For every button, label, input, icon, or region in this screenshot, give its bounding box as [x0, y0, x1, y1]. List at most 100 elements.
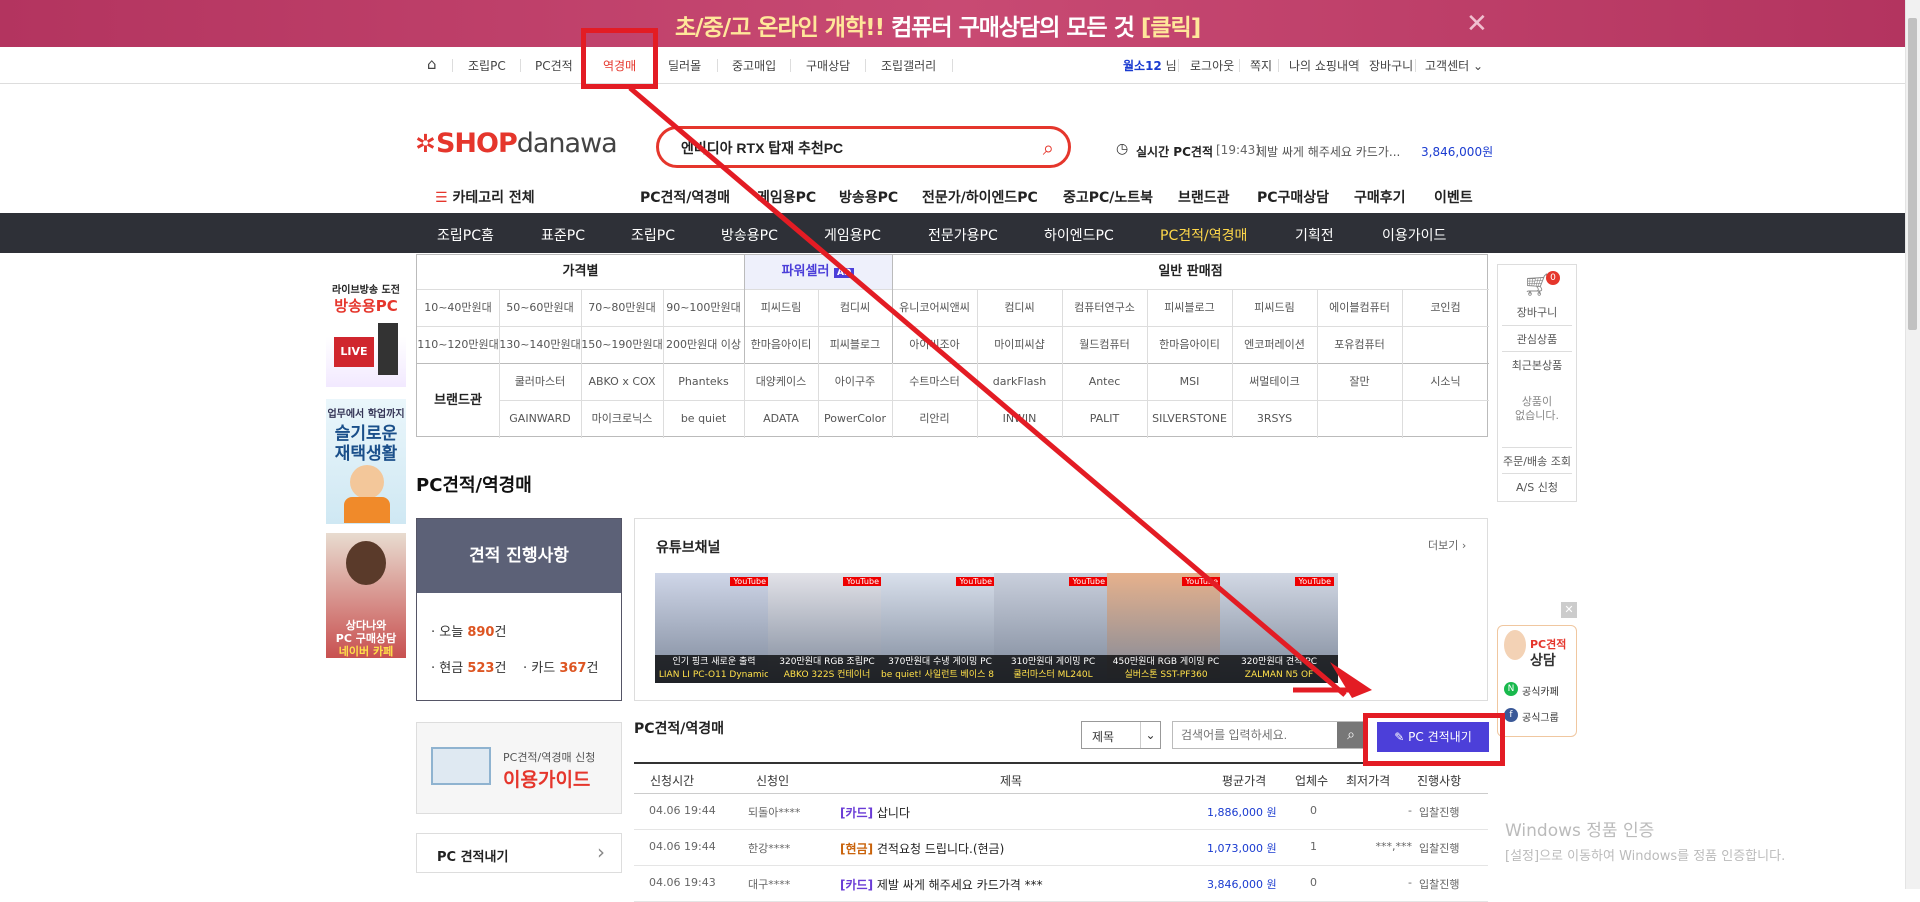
- general-store-item[interactable]: 포유컴퓨터: [1317, 326, 1402, 363]
- dnav-guide[interactable]: 이용가이드: [1382, 225, 1446, 245]
- topnav-item-build-pc[interactable]: 조립PC: [468, 57, 506, 74]
- price-range-item[interactable]: 10~40만원대: [417, 289, 499, 326]
- brand-item[interactable]: darkFlash: [977, 363, 1062, 400]
- row-title[interactable]: [현금] 견적요청 드립니다.(현금): [840, 840, 1004, 857]
- wishlist-link[interactable]: 관심상품: [1498, 331, 1576, 347]
- general-store-item[interactable]: 코인컴: [1402, 289, 1489, 326]
- keyword-search[interactable]: ⌕: [1172, 721, 1366, 749]
- power-seller-item[interactable]: 피씨블로그: [818, 326, 892, 363]
- topnav-item-consult[interactable]: 구매상담: [806, 57, 850, 74]
- brand-item[interactable]: SILVERSTONE: [1147, 400, 1232, 437]
- general-store-item[interactable]: 에이블컴퓨터: [1317, 289, 1402, 326]
- price-range-item[interactable]: 70~80만원대: [581, 289, 663, 326]
- logout-link[interactable]: 로그아웃: [1190, 57, 1234, 74]
- brand-item[interactable]: GAINWARD: [499, 400, 581, 437]
- cat-pc-quote[interactable]: PC견적/역경매: [640, 187, 730, 207]
- brand-item[interactable]: 쿨러마스터: [499, 363, 581, 400]
- brand-item[interactable]: Phanteks: [663, 363, 744, 400]
- left-menu-quote[interactable]: PC 견적내기 ›: [416, 833, 622, 873]
- brand-item[interactable]: 수트마스터: [892, 363, 977, 400]
- cat-used-pc[interactable]: 중고PC/노트북: [1063, 187, 1153, 207]
- cat-review[interactable]: 구매후기: [1354, 187, 1406, 207]
- topnav-item-dealer-mall[interactable]: 딜러몰: [668, 57, 701, 74]
- search-icon[interactable]: ⌕: [1043, 136, 1054, 160]
- customer-center-link[interactable]: 고객센터 ⌄: [1425, 57, 1483, 74]
- youtube-video-thumb[interactable]: YouTube 450만원대 RGB 게이밍 PC 실버스톤 SST-PF360: [1107, 573, 1225, 683]
- brand-item[interactable]: ABKO x COX: [581, 363, 663, 400]
- banner-broadcast-pc[interactable]: 라이브방송 도전 방송용PC LIVE: [326, 275, 406, 387]
- row-title[interactable]: [카드] 제발 싸게 해주세요 카드가격 ***: [840, 876, 1043, 893]
- brand-item[interactable]: ADATA: [744, 400, 818, 437]
- brand-item[interactable]: INWIN: [977, 400, 1062, 437]
- youtube-video-thumb[interactable]: YouTube 310만원대 게이밍 PC 쿨러마스터 ML240L: [994, 573, 1112, 683]
- price-range-item[interactable]: 50~60만원대: [499, 289, 581, 326]
- brand-item[interactable]: 3RSYS: [1232, 400, 1317, 437]
- brand-item[interactable]: Antec: [1062, 363, 1147, 400]
- youtube-video-thumb[interactable]: YouTube 320만원대 견적 PC ZALMAN N5 OF: [1220, 573, 1338, 683]
- topnav-item-used-buy[interactable]: 중고매입: [732, 57, 776, 74]
- home-icon[interactable]: ⌂: [427, 55, 437, 73]
- brand-item[interactable]: 마이크로닉스: [581, 400, 663, 437]
- general-store-item[interactable]: 유니코어씨앤씨: [892, 289, 977, 326]
- cart-link[interactable]: 장바구니: [1369, 57, 1413, 74]
- youtube-video-thumb[interactable]: YouTube 인기 핑크 새로운 출력 LIAN LI PC-O11 Dynami…: [655, 573, 773, 683]
- cat-broadcast-pc[interactable]: 방송용PC: [839, 187, 898, 207]
- promo-text[interactable]: 초/중/고 온라인 개학!! 컴퓨터 구매상담의 모든 것 [클릭]: [675, 8, 1201, 42]
- cart-label[interactable]: 장바구니: [1498, 304, 1576, 320]
- brand-item[interactable]: 써멀테이크: [1232, 363, 1317, 400]
- dnav-standard[interactable]: 표준PC: [541, 225, 585, 245]
- cat-consult[interactable]: PC구매상담: [1257, 187, 1329, 207]
- dnav-broadcast[interactable]: 방송용PC: [721, 225, 778, 245]
- general-store-item[interactable]: 컴디씨: [977, 289, 1062, 326]
- power-seller-item[interactable]: 한마음아이티: [744, 326, 818, 363]
- brand-item[interactable]: [1317, 400, 1402, 437]
- keyword-input[interactable]: [1181, 728, 1331, 742]
- topnav-item-gallery[interactable]: 조립갤러리: [881, 57, 936, 74]
- dnav-game[interactable]: 게임용PC: [824, 225, 881, 245]
- search-input[interactable]: [681, 138, 1011, 158]
- brand-item[interactable]: 리안리: [892, 400, 977, 437]
- cat-pro-pc[interactable]: 전문가/하이엔드PC: [922, 187, 1038, 207]
- general-store-item[interactable]: 피씨블로그: [1147, 289, 1232, 326]
- message-link[interactable]: 쪽지: [1250, 57, 1272, 74]
- scrollbar-thumb[interactable]: [1908, 18, 1917, 330]
- dnav-pc-quote[interactable]: PC견적/역경매: [1160, 225, 1247, 245]
- brand-item[interactable]: MSI: [1147, 363, 1232, 400]
- promo-banner[interactable]: 초/중/고 온라인 개학!! 컴퓨터 구매상담의 모든 것 [클릭] ✕: [0, 0, 1905, 47]
- search-field-select[interactable]: 제목 ⌄: [1081, 721, 1161, 749]
- dnav-home[interactable]: 조립PC홈: [437, 225, 494, 245]
- general-store-item[interactable]: 아이씨조아: [892, 326, 977, 363]
- order-history-link[interactable]: 나의 쇼핑내역: [1289, 57, 1359, 74]
- general-store-item[interactable]: 엔코퍼레이션: [1232, 326, 1317, 363]
- topnav-item-pc-quote[interactable]: PC견적: [535, 57, 573, 74]
- youtube-video-thumb[interactable]: YouTube 370만원대 수냉 게이밍 PC be quiet! 사일런트 베이…: [881, 573, 999, 683]
- cart-icon[interactable]: 🛒︎: [1498, 273, 1576, 298]
- brand-item[interactable]: 대양케이스: [744, 363, 818, 400]
- table-row[interactable]: 04.06 19:43 대구**** [카드] 제발 싸게 해주세요 카드가격 **…: [634, 866, 1488, 902]
- price-range-item[interactable]: 130~140만원대: [499, 326, 581, 363]
- price-range-item[interactable]: 90~100만원대: [663, 289, 744, 326]
- search-icon[interactable]: ⌕: [1337, 722, 1365, 748]
- category-all-button[interactable]: ☰ 카테고리 전체: [435, 187, 535, 207]
- youtube-video-thumb[interactable]: YouTube 320만원대 RGB 조립PC ABKO 322S 컨테이너: [768, 573, 886, 683]
- brand-item[interactable]: [1402, 400, 1489, 437]
- row-title[interactable]: [카드] 삽니다: [840, 804, 910, 821]
- general-store-item[interactable]: 한마음아이티: [1147, 326, 1232, 363]
- consult-widget[interactable]: PC견적 상담 N 공식카페 f 공식그룹: [1497, 625, 1577, 737]
- brand-item[interactable]: PALIT: [1062, 400, 1147, 437]
- general-store-item[interactable]: [1402, 326, 1489, 363]
- table-row[interactable]: 04.06 19:44 되돌아**** [카드] 삽니다 1,886,000 원 0 -입…: [634, 794, 1488, 830]
- dnav-build[interactable]: 조립PC: [631, 225, 675, 245]
- banner-naver-cafe[interactable]: 상다나와 PC 구매상담 네이버 카페: [326, 533, 406, 658]
- price-range-item[interactable]: 110~120만원대: [417, 326, 499, 363]
- cat-event[interactable]: 이벤트: [1434, 187, 1473, 207]
- dnav-highend[interactable]: 하이엔드PC: [1044, 225, 1114, 245]
- cat-brand[interactable]: 브랜드관: [1178, 187, 1230, 207]
- table-row[interactable]: 04.06 19:44 한강**** [현금] 견적요청 드립니다.(현금) 1,07…: [634, 830, 1488, 866]
- cat-game-pc[interactable]: 게임용PC: [757, 187, 816, 207]
- price-range-item[interactable]: 200만원대 이상: [663, 326, 744, 363]
- brand-item[interactable]: 잘만: [1317, 363, 1402, 400]
- brand-item[interactable]: PowerColor: [818, 400, 892, 437]
- dnav-special[interactable]: 기획전: [1295, 225, 1334, 245]
- order-link[interactable]: 주문/배송 조회: [1498, 453, 1576, 469]
